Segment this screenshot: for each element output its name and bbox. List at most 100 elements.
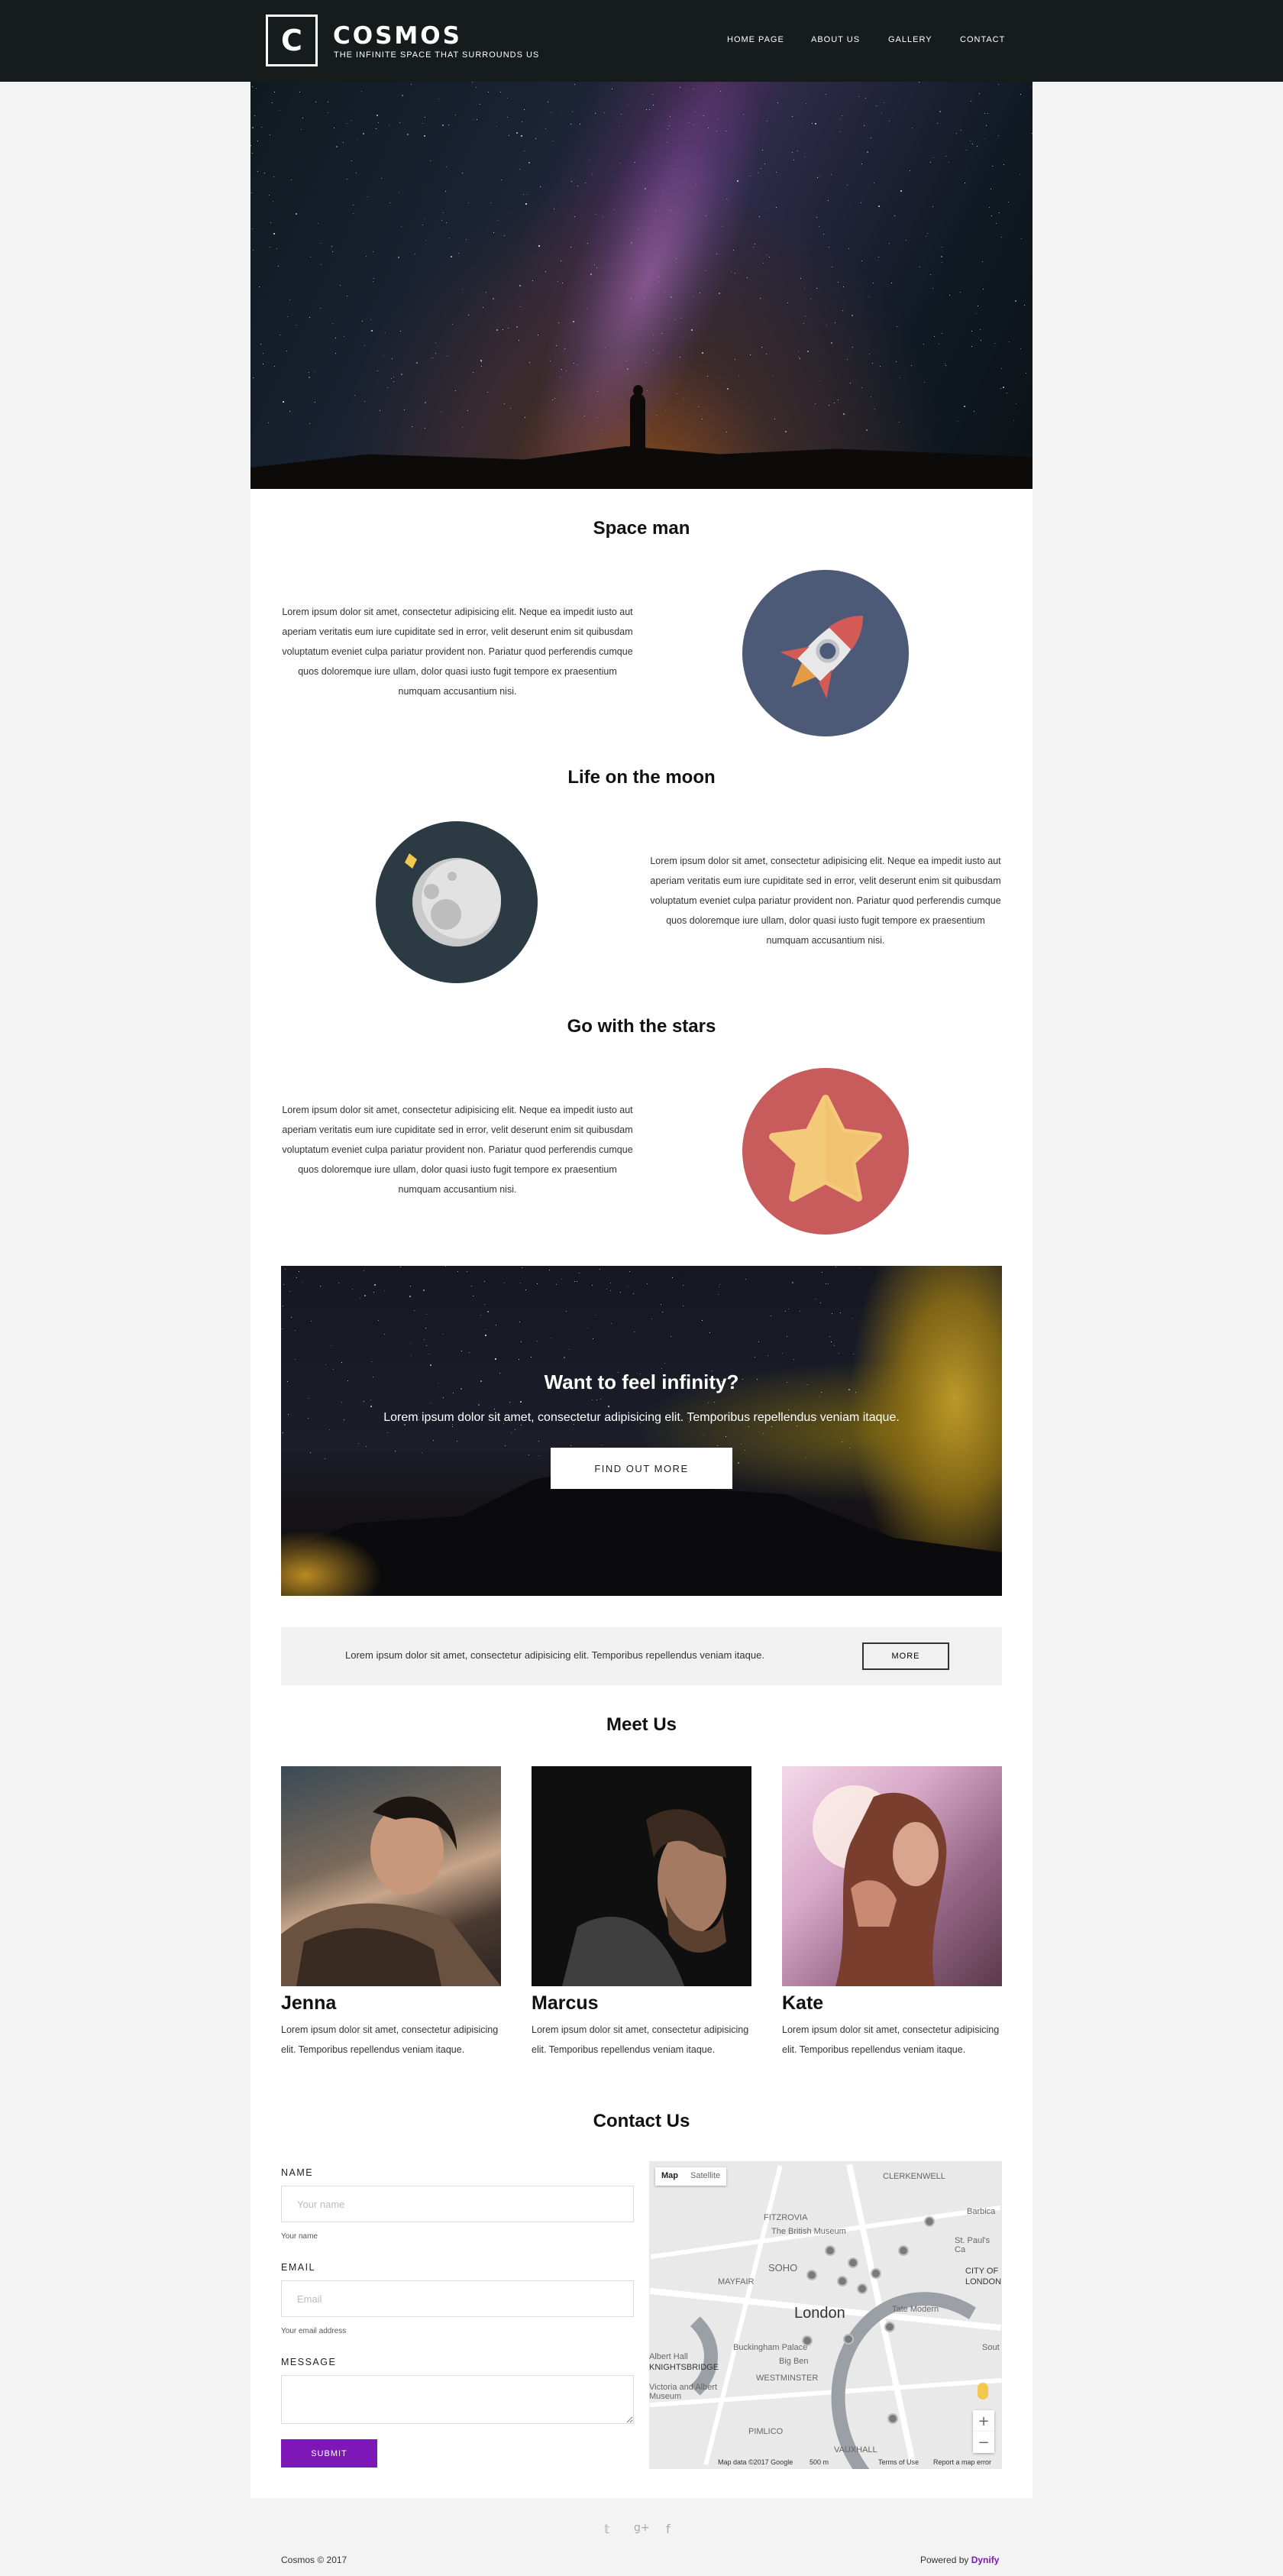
member-text: Lorem ipsum dolor sit amet, consectetur … xyxy=(281,2024,499,2055)
star-dot xyxy=(490,202,491,203)
star-dot xyxy=(353,213,354,214)
star-dot xyxy=(848,248,849,249)
star-dot xyxy=(538,1455,539,1456)
star-dot xyxy=(296,213,297,215)
star-dot xyxy=(295,1359,296,1360)
star-dot xyxy=(939,111,941,112)
map-pin[interactable] xyxy=(837,2276,848,2286)
star-dot xyxy=(389,202,390,203)
nav-home[interactable]: HOME PAGE xyxy=(727,35,784,44)
map-pin[interactable] xyxy=(871,2268,881,2279)
zoom-in-button[interactable]: + xyxy=(973,2410,994,2432)
star-dot xyxy=(574,216,575,217)
star-dot xyxy=(1031,86,1032,87)
map-pin[interactable] xyxy=(887,2413,898,2424)
star-dot xyxy=(401,374,402,375)
star-dot xyxy=(270,222,271,223)
map-pin[interactable] xyxy=(802,2335,813,2346)
map-label: LONDON xyxy=(965,2277,1002,2286)
logo[interactable]: C xyxy=(266,15,318,66)
star-dot xyxy=(402,95,403,96)
submit-button[interactable]: SUBMIT xyxy=(281,2439,377,2468)
star-dot xyxy=(269,195,270,196)
google-plus-icon[interactable]: g+ xyxy=(634,2522,650,2534)
message-field[interactable] xyxy=(281,2375,634,2424)
facebook-icon[interactable]: f xyxy=(666,2522,671,2536)
star-dot xyxy=(556,1284,557,1285)
star-dot xyxy=(819,380,820,381)
star-dot xyxy=(340,285,341,286)
star-dot xyxy=(773,375,774,376)
map-pin[interactable] xyxy=(898,2245,909,2256)
star-dot xyxy=(520,306,521,307)
find-out-more-button[interactable]: FIND OUT MORE xyxy=(551,1448,732,1489)
star-dot xyxy=(523,194,524,195)
star-dot xyxy=(257,171,258,172)
star-dot xyxy=(828,200,829,201)
map-pin[interactable] xyxy=(825,2245,835,2256)
star-dot xyxy=(804,288,805,289)
map-label: Barbica xyxy=(967,2207,996,2216)
nav-about[interactable]: ABOUT US xyxy=(811,35,860,44)
star-dot xyxy=(788,1409,789,1410)
map-report-error-link[interactable]: Report a map error xyxy=(933,2458,991,2466)
map-pin[interactable] xyxy=(924,2216,935,2227)
star-dot xyxy=(592,173,593,174)
star-dot xyxy=(718,1294,719,1295)
star-dot xyxy=(753,247,754,248)
map-terms-link[interactable]: Terms of Use xyxy=(878,2458,919,2466)
zoom-out-button[interactable]: − xyxy=(973,2432,994,2453)
pegman-icon[interactable] xyxy=(978,2383,988,2400)
star-dot xyxy=(792,1282,793,1283)
tree-foliage xyxy=(281,1527,388,1596)
star-dot xyxy=(763,1433,764,1434)
star-dot xyxy=(278,266,279,267)
star-dot xyxy=(545,271,546,272)
star-dot xyxy=(519,169,520,170)
map-pin[interactable] xyxy=(848,2257,858,2268)
star-dot xyxy=(424,135,425,137)
map-pin[interactable] xyxy=(843,2334,854,2345)
map-type-satellite[interactable]: Satellite xyxy=(684,2167,726,2186)
map-pin[interactable] xyxy=(857,2283,868,2294)
email-field[interactable] xyxy=(281,2280,634,2317)
location-map[interactable]: CLERKENWELL FITZROVIA The British Museum… xyxy=(649,2161,1002,2469)
map-pin[interactable] xyxy=(884,2322,895,2332)
star-dot xyxy=(932,288,933,289)
star-dot xyxy=(452,324,453,325)
star-dot xyxy=(998,135,999,136)
star-dot xyxy=(521,1425,522,1426)
star-dot xyxy=(861,163,862,164)
star-dot xyxy=(309,377,310,378)
copyright: Cosmos © 2017 xyxy=(281,2555,347,2565)
nav-contact[interactable]: CONTACT xyxy=(960,35,1005,44)
star-dot xyxy=(510,408,511,409)
nav-gallery[interactable]: GALLERY xyxy=(888,35,932,44)
map-type-map[interactable]: Map xyxy=(655,2167,684,2186)
star-dot xyxy=(960,292,961,293)
star-dot xyxy=(364,401,365,402)
star-dot xyxy=(865,98,866,99)
star-dot xyxy=(423,1290,425,1291)
star-dot xyxy=(570,247,571,248)
star-dot xyxy=(422,123,423,124)
star-dot xyxy=(564,1357,565,1358)
more-button[interactable]: MORE xyxy=(862,1642,949,1670)
map-label: KNIGHTSBRIDGE xyxy=(649,2363,719,2372)
star-dot xyxy=(361,91,362,92)
star-dot xyxy=(505,1445,506,1446)
name-field[interactable] xyxy=(281,2186,634,2222)
milky-way xyxy=(488,82,807,489)
twitter-icon[interactable]: 𝕥 xyxy=(604,2522,609,2536)
star-dot xyxy=(843,286,844,287)
star-dot xyxy=(620,1292,621,1293)
star-dot xyxy=(876,105,877,106)
dynify-link[interactable]: Dynify xyxy=(971,2555,1000,2565)
rocket-icon xyxy=(742,570,909,736)
member-photo-marcus xyxy=(532,1766,751,1986)
star-dot xyxy=(473,119,474,120)
map-pin[interactable] xyxy=(806,2270,817,2280)
star-dot xyxy=(852,315,853,316)
star-dot xyxy=(495,1358,496,1360)
brand-name[interactable]: COSMOS xyxy=(333,22,462,50)
